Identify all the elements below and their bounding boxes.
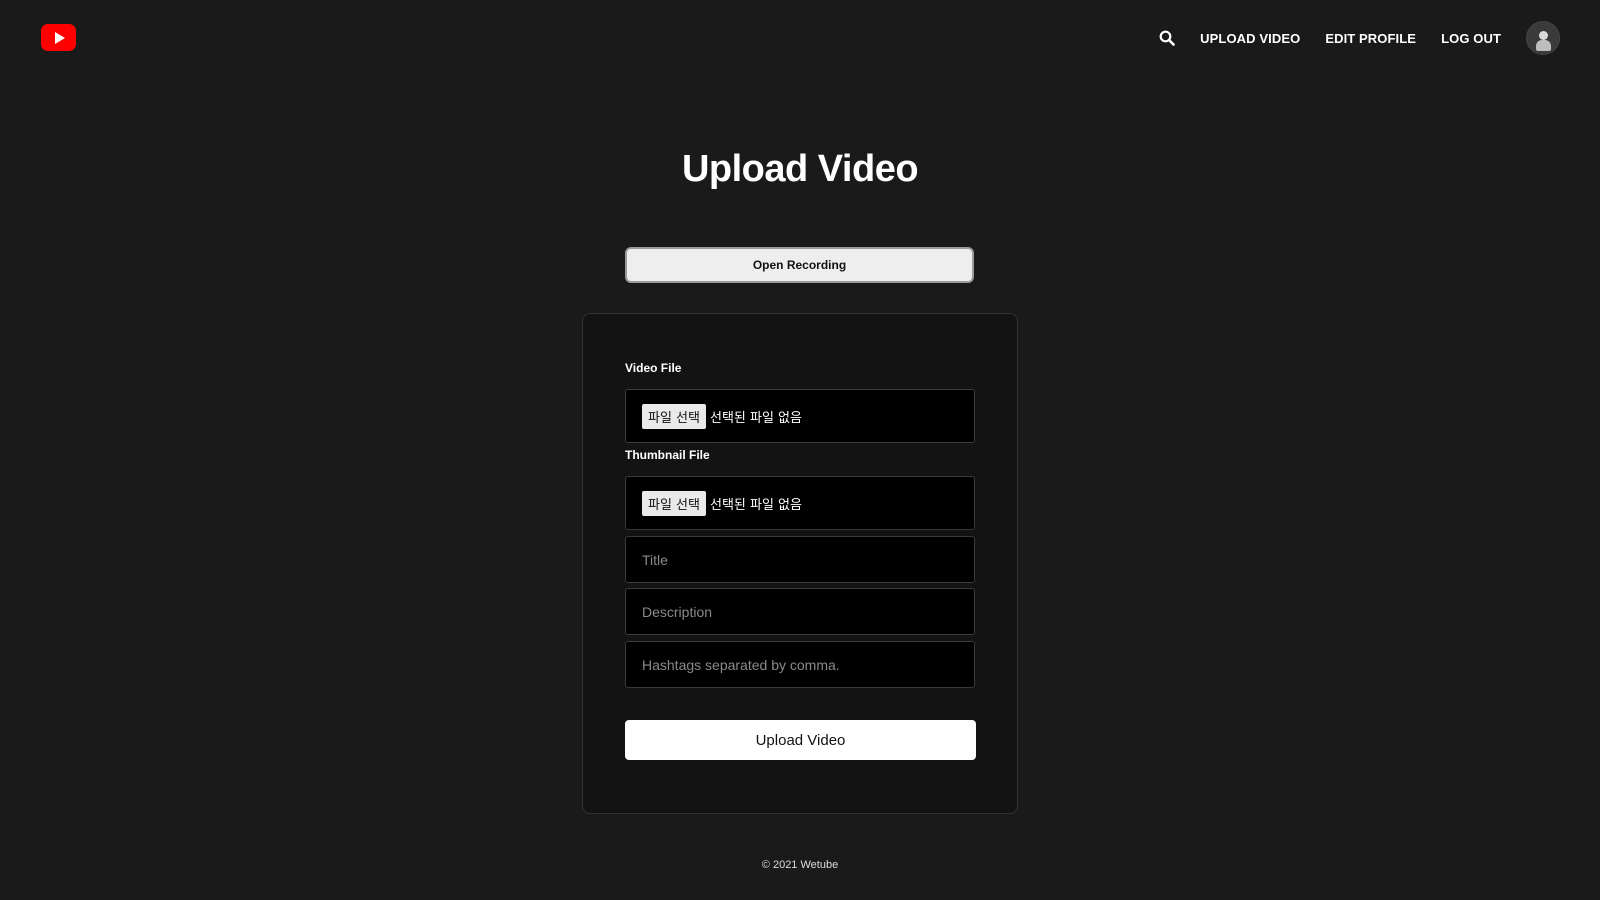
avatar-head: [1539, 31, 1548, 40]
page-title: Upload Video: [681, 148, 919, 190]
description-input[interactable]: [625, 588, 975, 635]
search-icon[interactable]: [1158, 29, 1176, 47]
upload-video-submit-button[interactable]: Upload Video: [625, 720, 976, 760]
upload-form: Video File 파일 선택 선택된 파일 없음 Thumbnail Fil…: [582, 313, 1018, 814]
play-icon: [55, 31, 65, 44]
thumbnail-file-input[interactable]: 파일 선택 선택된 파일 없음: [625, 476, 975, 530]
log-out-link[interactable]: LOG OUT: [1441, 31, 1501, 46]
edit-profile-link[interactable]: EDIT PROFILE: [1325, 31, 1416, 46]
upload-page: UPLOAD VIDEO EDIT PROFILE LOG OUT Upload…: [0, 0, 1600, 900]
footer-copyright: © 2021 Wetube: [761, 859, 839, 871]
video-file-choose-button[interactable]: 파일 선택: [642, 403, 706, 429]
thumbnail-file-status: 선택된 파일 없음: [709, 497, 802, 513]
video-file-input[interactable]: 파일 선택 선택된 파일 없음: [625, 389, 975, 443]
user-avatar-icon[interactable]: [1526, 21, 1560, 55]
hashtags-input[interactable]: [625, 641, 975, 688]
header: UPLOAD VIDEO EDIT PROFILE LOG OUT: [0, 0, 1600, 76]
video-file-label: Video File: [625, 361, 682, 375]
avatar-body: [1536, 40, 1551, 51]
thumbnail-file-label: Thumbnail File: [625, 448, 710, 462]
title-input[interactable]: [625, 536, 975, 583]
youtube-logo-icon[interactable]: [41, 24, 76, 51]
thumbnail-file-choose-button[interactable]: 파일 선택: [642, 490, 706, 516]
video-file-status: 선택된 파일 없음: [709, 410, 802, 426]
upload-video-link[interactable]: UPLOAD VIDEO: [1200, 31, 1300, 46]
open-recording-button[interactable]: Open Recording: [625, 247, 974, 283]
top-nav: UPLOAD VIDEO EDIT PROFILE LOG OUT: [1158, 19, 1560, 57]
